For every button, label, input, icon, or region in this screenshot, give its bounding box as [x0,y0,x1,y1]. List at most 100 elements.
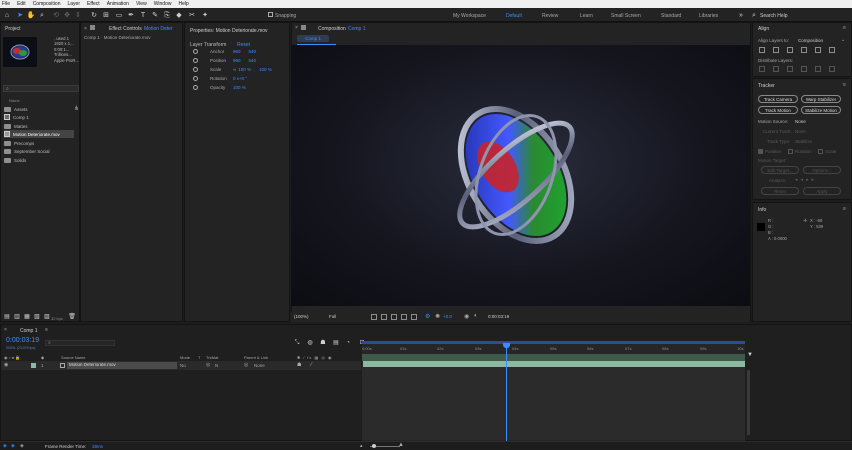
menu-window[interactable]: Window [154,1,172,7]
snapshot-icon[interactable]: ◉ [464,313,469,320]
panel-menu-icon[interactable]: ≡ [843,82,846,88]
position-checkbox[interactable] [758,149,763,154]
time-ruler[interactable]: 0:00s 01s 02s 03s 04s 05s 06s 07s 08s 09… [362,325,745,355]
workspace-small-screen[interactable]: Small Screen [611,13,641,19]
parent-pickwhip-icon[interactable]: ◎ [244,362,248,368]
hand-tool-icon[interactable]: ✋ [27,11,36,19]
distribute-bottom-icon[interactable] [787,66,793,72]
selection-tool-icon[interactable]: ➤ [16,11,24,19]
timeline-current-time[interactable]: 0:00:03:19 [6,337,39,344]
camera-tool-icon[interactable]: ⊞ [102,11,110,19]
settings-icon[interactable]: ▧ [33,313,41,321]
shy-switch-icon[interactable]: ☗ [297,362,301,368]
stopwatch-icon[interactable] [193,49,198,54]
workspace-my[interactable]: My Workspace [453,13,486,19]
exposure-value[interactable]: +0.0 [443,314,452,319]
edit-target-button[interactable]: Edit Target... [761,166,799,174]
stopwatch-icon[interactable] [193,67,198,72]
frame-blending-icon[interactable]: ▤ [332,339,340,347]
stabilize-motion-button[interactable]: Stabilize Motion [801,106,841,114]
menu-file[interactable]: File [2,1,10,7]
workspace-overflow-icon[interactable]: » [737,11,745,19]
list-item[interactable]: Comp 1 [4,113,74,121]
stopwatch-icon[interactable] [193,76,198,81]
brush-tool-icon[interactable]: ✎ [151,11,159,19]
in-out-toggle-icon[interactable]: ◈ [20,443,24,449]
align-center-v-icon[interactable] [815,47,821,53]
workspace-standard[interactable]: Standard [661,13,681,19]
playhead-handle[interactable] [503,343,510,348]
align-bottom-icon[interactable] [829,47,835,53]
magnification-dropdown[interactable]: (100%) [294,314,309,319]
menu-view[interactable]: View [136,1,147,7]
delete-icon[interactable]: ▨ [43,313,51,321]
mask-path-icon[interactable] [391,314,397,320]
playhead[interactable] [503,343,510,441]
effect-controls-title[interactable]: Effect Controls [109,26,142,32]
stopwatch-icon[interactable] [193,58,198,63]
show-snapshot-icon[interactable]: ◐ [474,313,478,319]
column-parent[interactable]: Parent & Link [244,355,268,360]
panel-menu-icon[interactable]: ≡ [843,25,846,31]
effect-controls-layer[interactable]: Motion Deter [144,26,173,32]
menu-animation[interactable]: Animation [107,1,129,7]
layer-trkmat-dropdown[interactable]: N [215,363,218,368]
tracker-title[interactable]: Tracker [758,83,775,89]
timeline-tab[interactable]: Comp 1 [20,328,38,334]
properties-title[interactable]: Properties: Motion Deteriorate.mov [190,28,268,34]
transparency-grid-icon[interactable] [381,314,387,320]
resolution-dropdown[interactable]: Full [329,314,336,319]
distribute-right-icon[interactable] [829,66,835,72]
distribute-center-icon[interactable] [773,66,779,72]
list-item[interactable]: Precomps [4,139,74,147]
hide-shy-icon[interactable]: ☗ [319,339,327,347]
workspace-learn[interactable]: Learn [580,13,593,19]
channel-icon[interactable] [411,314,417,320]
column-source-name[interactable]: Source Name [61,355,85,360]
project-panel-title[interactable]: Project [5,26,21,32]
list-item[interactable]: Assets [4,105,74,113]
tracker-reset-button[interactable]: Reset [761,187,799,195]
timeline-end-marker-icon[interactable]: ▼ [747,352,753,358]
panel-lock-icon[interactable] [301,25,306,30]
search-icon[interactable]: ⌕ [750,11,758,19]
panel-menu-icon[interactable]: ≡ [45,327,48,333]
puppet-tool-icon[interactable]: ✦ [201,11,209,19]
timeline-scrollbar[interactable] [747,370,750,435]
zoom-slider-thumb[interactable] [372,444,376,448]
trkmat-link-icon[interactable]: ◎ [206,362,210,368]
workspace-review[interactable]: Review [542,13,558,19]
composition-name[interactable]: Comp 1 [348,26,366,32]
chevron-down-icon[interactable]: ⌄ [841,37,845,43]
info-title[interactable]: Info [758,207,766,213]
tracker-apply-button[interactable]: Apply [803,187,841,195]
workspace-default[interactable]: Default [506,13,522,19]
comp-flowchart-icon[interactable]: ⤡ [293,339,301,347]
roto-tool-icon[interactable]: ✂ [188,11,196,19]
menu-layer[interactable]: Layer [67,1,80,7]
bpc-indicator[interactable]: 32 bpc [51,316,63,321]
zoom-out-icon[interactable]: ▴ [360,443,363,449]
project-column-name[interactable]: Name [9,98,20,103]
motion-source-dropdown[interactable]: None [795,119,806,124]
rotate-tool-icon[interactable]: ↻ [90,11,98,19]
type-tool-icon[interactable]: T [139,11,147,19]
constrain-link-icon[interactable]: ∞ [233,67,236,72]
interpret-footage-icon[interactable]: ▤ [3,313,11,321]
current-track-dropdown[interactable]: None [795,129,806,134]
exposure-reset-icon[interactable]: ✺ [435,313,440,320]
project-search-input[interactable]: ⌕ [3,85,79,92]
zoom-slider[interactable] [370,444,400,448]
panel-lock-icon[interactable] [90,25,95,30]
pen-tool-icon[interactable]: ✒ [127,11,135,19]
quality-switch-icon[interactable]: ⁄ [311,362,312,368]
zoom-in-icon[interactable]: ▲ [398,442,404,448]
menu-edit[interactable]: Edit [17,1,26,7]
list-item[interactable]: Solids [4,156,74,164]
dolly-tool-icon[interactable]: ⇕ [74,11,82,19]
list-item-selected[interactable]: Motion Deteriorate.mov [4,130,74,138]
orbit-tool-icon[interactable]: ⟲ [52,11,60,19]
new-folder-icon[interactable]: ▥ [13,313,21,321]
workspace-libraries[interactable]: Libraries [699,13,718,19]
fast-previews-icon[interactable]: ⚙ [425,313,430,320]
